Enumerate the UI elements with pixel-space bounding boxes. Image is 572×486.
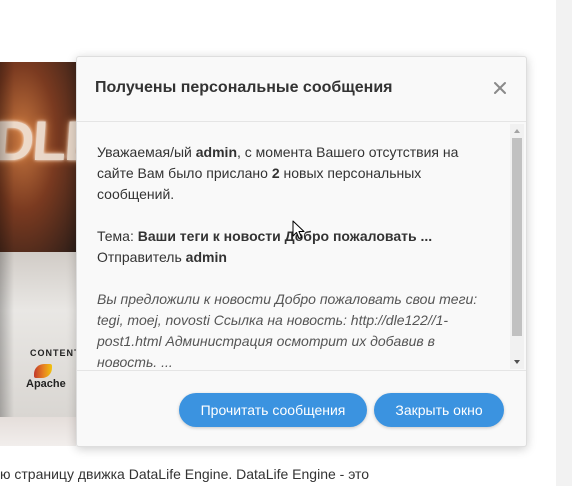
box-content-label: CONTENT [30, 348, 76, 358]
subject-value: Ваши теги к новости Добро пожаловать ... [137, 228, 433, 244]
sender-line: Отправитель admin [97, 247, 497, 268]
background-page-text: ю страницу движка DataLife Engine. DataL… [0, 466, 370, 482]
mouse-cursor-icon [292, 220, 306, 240]
product-box-image: DLE CONTENT Apache [0, 62, 76, 446]
subject-label: Тема: [97, 228, 138, 244]
username: admin [195, 144, 237, 160]
page-right-margin [556, 0, 572, 486]
sender-label: Отправитель [97, 249, 186, 265]
dialog-scrollbar[interactable] [510, 124, 524, 369]
pm-notification-dialog: Получены персональные сообщения Уважаема… [76, 56, 527, 447]
box-reflection [0, 417, 76, 446]
message-content: Уважаемая/ый admin, с момента Вашего отс… [97, 142, 497, 370]
close-window-button[interactable]: Закрыть окно [374, 393, 504, 427]
close-icon[interactable] [491, 79, 509, 97]
greeting-text: Уважаемая/ый admin, с момента Вашего отс… [97, 142, 497, 205]
sender-value: admin [185, 249, 227, 265]
message-excerpt: Вы предложили к новости Добро пожаловать… [97, 291, 478, 370]
read-messages-button[interactable]: Прочитать сообщения [179, 393, 367, 427]
footer-divider [77, 370, 526, 371]
box-side-shade [0, 62, 14, 417]
scroll-up-arrow-icon[interactable] [510, 124, 524, 138]
box-apache-label: Apache [26, 378, 66, 390]
scroll-down-arrow-icon[interactable] [510, 355, 524, 369]
dialog-body: Уважаемая/ый admin, с момента Вашего отс… [77, 122, 526, 370]
dialog-title: Получены персональные сообщения [95, 79, 393, 96]
greeting-prefix: Уважаемая/ый [97, 144, 196, 160]
message-count: 2 [271, 165, 280, 181]
scroll-thumb[interactable] [512, 138, 522, 336]
